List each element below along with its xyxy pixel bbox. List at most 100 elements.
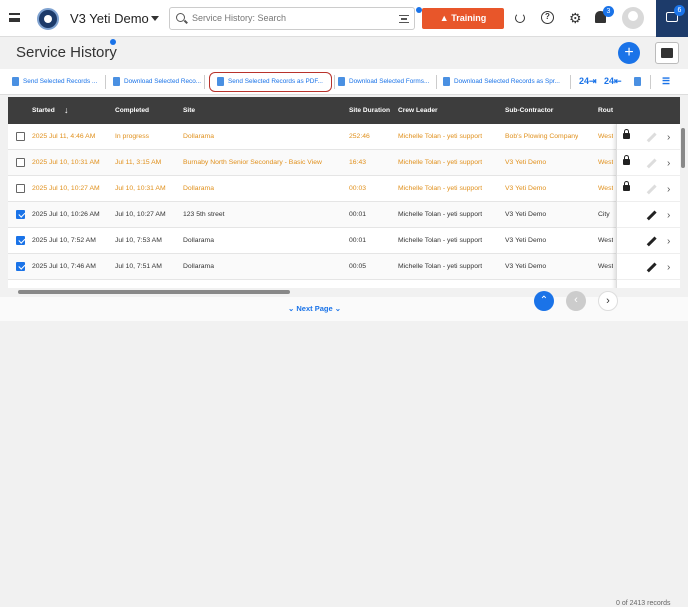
collapse-24h-icon[interactable]: 24⇤ [604, 76, 622, 87]
expand-24h-icon[interactable]: 24⇥ [579, 76, 597, 87]
page-title: Service History [16, 44, 117, 61]
cell-sub-contractor: Bob's Plowing Company [505, 133, 579, 140]
file-icon[interactable] [634, 74, 641, 90]
col-sub-contractor[interactable]: Sub-Contractor [505, 107, 553, 114]
company-logo[interactable] [37, 8, 59, 30]
row-actions: › [617, 254, 680, 280]
add-button[interactable]: + [618, 42, 640, 64]
app-name[interactable]: V3 Yeti Demo [70, 11, 149, 26]
cell-crew-leader: Michelle Tolan - yeti support [398, 211, 483, 218]
col-route[interactable]: Rout [598, 107, 613, 114]
menu-icon[interactable] [9, 13, 20, 22]
col-site-duration[interactable]: Site Duration [349, 107, 390, 114]
table-row[interactable]: 2025 Jul 10, 10:31 AM Jul 11, 3:15 AM Burn… [8, 150, 616, 176]
chevron-down-icon: ⌄ [288, 304, 295, 313]
refresh-icon[interactable] [515, 13, 525, 23]
cell-sub-contractor: V3 Yeti Demo [505, 211, 547, 218]
table-row[interactable]: 2025 Jul 10, 10:26 AM Jul 10, 10:27 AM 123… [8, 202, 616, 228]
cell-started: 2025 Jul 10, 10:31 AM [32, 159, 100, 166]
next-page-link[interactable]: ⌄ Next Page ⌄ [288, 304, 341, 313]
vertical-scrollbar[interactable] [681, 128, 685, 168]
col-started[interactable]: Started [32, 107, 55, 114]
row-checkbox[interactable] [16, 184, 25, 193]
toolbar-divider [436, 75, 437, 89]
sort-down-icon[interactable]: ↓ [64, 105, 69, 115]
table-row[interactable]: 2025 Jul 10, 7:46 AM Jul 10, 7:51 AM Dolla… [8, 254, 616, 280]
col-completed[interactable]: Completed [115, 107, 149, 114]
row-checkbox[interactable] [16, 236, 25, 245]
chevron-right-icon[interactable]: › [667, 262, 670, 273]
download-spreadsheet-button[interactable]: Download Selected Records as Spr... [443, 74, 560, 90]
cell-started: 2025 Jul 10, 7:52 AM [32, 237, 96, 244]
avatar[interactable] [622, 7, 644, 29]
training-button[interactable]: ▲ Training [422, 8, 504, 29]
cell-route: City [598, 211, 610, 218]
chevron-right-icon[interactable]: › [667, 210, 670, 221]
edit-icon [646, 184, 657, 195]
cell-duration: 00:01 [349, 237, 367, 244]
cell-started: 2025 Jul 10, 7:46 AM [32, 263, 96, 270]
cell-completed: Jul 11, 3:15 AM [115, 159, 162, 166]
cell-route: West [598, 263, 614, 270]
cell-site: Dollarama [183, 133, 214, 140]
cell-sub-contractor: V3 Yeti Demo [505, 185, 547, 192]
columns-icon[interactable]: ☰ [662, 76, 670, 87]
edit-icon[interactable] [646, 210, 657, 221]
filter-icon[interactable] [399, 15, 409, 23]
row-checkbox[interactable] [16, 262, 25, 271]
notification-badge: 3 [603, 6, 614, 17]
row-checkbox[interactable] [16, 158, 25, 167]
row-actions-panel: ››››››› [616, 124, 680, 293]
scrollbar-thumb[interactable] [18, 290, 290, 294]
col-site[interactable]: Site [183, 107, 195, 114]
help-icon[interactable]: ? [541, 11, 554, 24]
chevron-down-icon[interactable] [151, 16, 159, 21]
send-selected-records-button[interactable]: Send Selected Records ... [12, 74, 97, 90]
send-records-pdf-button[interactable]: Send Selected Records as PDF... [209, 72, 332, 92]
toolbar-divider [204, 75, 205, 89]
cell-duration: 252:46 [349, 133, 370, 140]
row-actions: › [617, 202, 680, 228]
table-row[interactable]: 2025 Jul 10, 10:27 AM Jul 10, 10:31 AM Dol… [8, 176, 616, 202]
toolbar-divider [334, 75, 335, 89]
export-icon[interactable] [655, 42, 679, 64]
cell-site: Dollarama [183, 263, 214, 270]
cell-crew-leader: Michelle Tolan - yeti support [398, 133, 483, 140]
cell-duration: 00:05 [349, 263, 367, 270]
lock-icon [623, 181, 630, 191]
download-selected-reports-button[interactable]: Download Selected Reco... [113, 74, 201, 90]
row-actions: › [617, 176, 680, 202]
col-crew-leader[interactable]: Crew Leader [398, 107, 438, 114]
search-input[interactable]: Service History: Search [169, 7, 415, 30]
toolbar-divider [650, 75, 651, 89]
cell-sub-contractor: V3 Yeti Demo [505, 263, 547, 270]
chevron-right-icon[interactable]: › [667, 184, 670, 195]
cell-crew-leader: Michelle Tolan - yeti support [398, 237, 483, 244]
table-row[interactable]: 2025 Jul 10, 7:52 AM Jul 10, 7:53 AM Dolla… [8, 228, 616, 254]
toolbar-divider [105, 75, 106, 89]
chevron-right-icon[interactable]: › [667, 132, 670, 143]
gear-icon[interactable]: ⚙ [569, 11, 582, 25]
prev-page-button[interactable]: ‹ [566, 291, 586, 311]
cell-crew-leader: Michelle Tolan - yeti support [398, 185, 483, 192]
edit-icon[interactable] [646, 236, 657, 247]
table-row[interactable]: 2025 Jul 11, 4:46 AM In progress Dollarama… [8, 124, 616, 150]
cell-route: West [598, 185, 614, 192]
cell-completed: Jul 10, 10:27 AM [115, 211, 166, 218]
edit-icon[interactable] [646, 262, 657, 273]
row-checkbox[interactable] [16, 132, 25, 141]
lock-icon [623, 155, 630, 165]
chevron-right-icon[interactable]: › [667, 236, 670, 247]
row-actions: › [617, 150, 680, 176]
row-actions: › [617, 124, 680, 150]
cell-sub-contractor: V3 Yeti Demo [505, 159, 547, 166]
row-checkbox[interactable] [16, 210, 25, 219]
cell-crew-leader: Michelle Tolan - yeti support [398, 159, 483, 166]
next-page-button[interactable]: › [598, 291, 618, 311]
title-info-dot [110, 39, 116, 45]
table-header: Started ↓ Completed Site Site Duration C… [8, 97, 680, 124]
chevron-right-icon[interactable]: › [667, 158, 670, 169]
cell-completed: Jul 10, 7:51 AM [115, 263, 162, 270]
scroll-top-button[interactable]: ⌃ [534, 291, 554, 311]
download-selected-forms-button[interactable]: Download Selected Forms... [338, 74, 429, 90]
